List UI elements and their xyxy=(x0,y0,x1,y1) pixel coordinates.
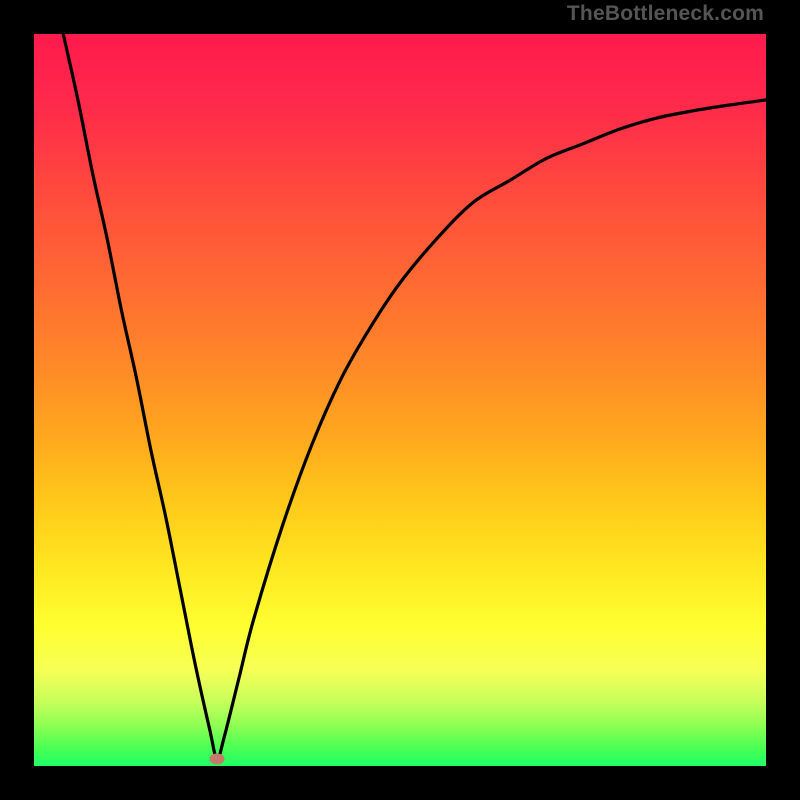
plot-area xyxy=(34,34,766,766)
chart-frame: TheBottleneck.com xyxy=(0,0,800,800)
curve-svg xyxy=(34,34,766,766)
bottleneck-curve xyxy=(63,34,766,759)
minimum-marker xyxy=(210,753,225,764)
watermark-text: TheBottleneck.com xyxy=(567,2,764,26)
